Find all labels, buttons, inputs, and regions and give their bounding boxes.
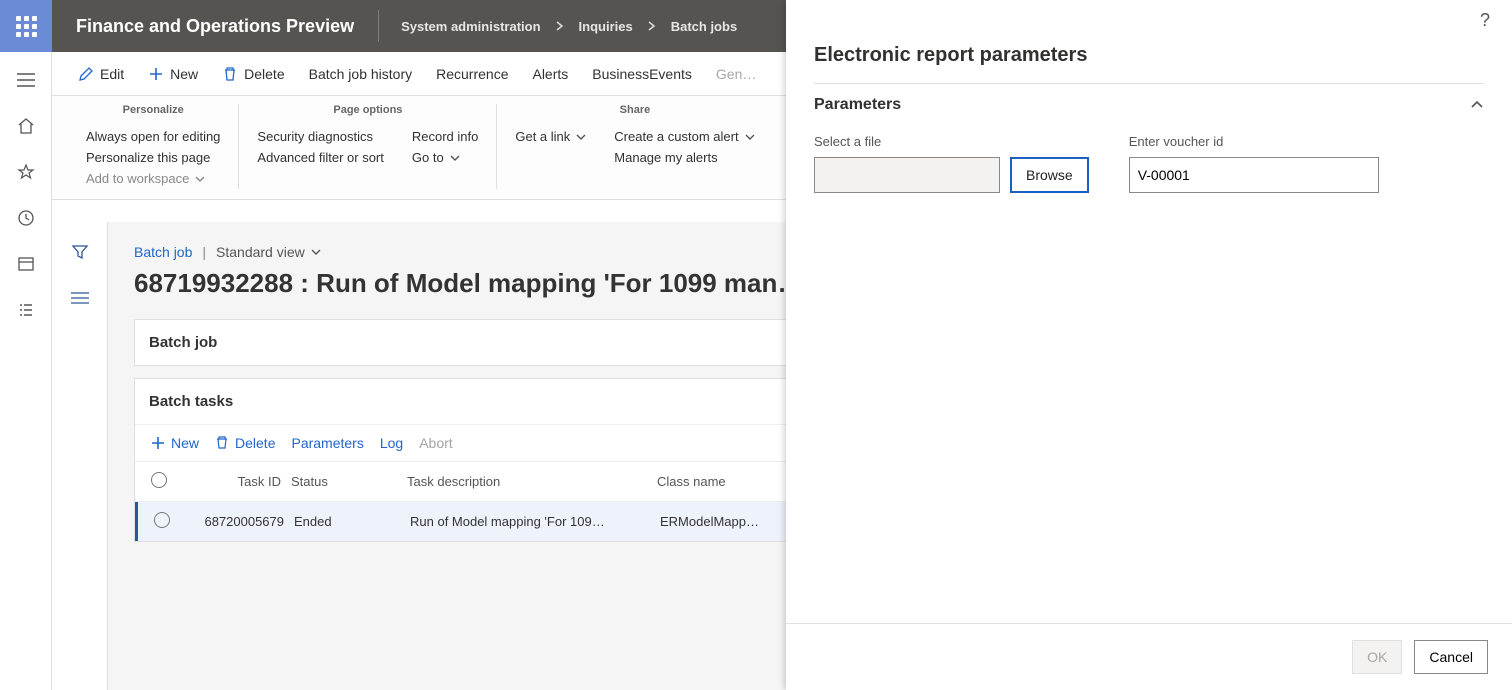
trash-icon xyxy=(215,436,229,450)
select-file-label: Select a file xyxy=(814,134,1089,149)
chevron-down-icon xyxy=(576,132,586,142)
breadcrumb: System administration Inquiries Batch jo… xyxy=(379,0,737,52)
group-share-title: Share xyxy=(515,104,754,116)
voucher-id-label: Enter voucher id xyxy=(1129,134,1379,149)
chevron-down-icon xyxy=(195,174,205,184)
col-task-description[interactable]: Task description xyxy=(407,474,657,489)
workspace-icon[interactable] xyxy=(6,244,46,284)
col-status[interactable]: Status xyxy=(291,474,407,489)
waffle-icon xyxy=(16,16,37,37)
chevron-down-icon xyxy=(745,132,755,142)
cell-task-id: 68720005679 xyxy=(194,514,294,529)
browse-button[interactable]: Browse xyxy=(1010,157,1089,193)
batch-job-history-button[interactable]: Batch job history xyxy=(297,66,425,82)
hamburger-icon[interactable] xyxy=(6,60,46,100)
breadcrumb-item-sysadmin[interactable]: System administration xyxy=(401,19,540,34)
cell-status: Ended xyxy=(294,514,410,529)
voucher-id-input[interactable] xyxy=(1129,157,1379,193)
gen-button[interactable]: Gen… xyxy=(704,66,768,82)
tasks-parameters-button[interactable]: Parameters xyxy=(291,435,363,451)
cancel-button[interactable]: Cancel xyxy=(1414,640,1488,674)
group-personalize-title: Personalize xyxy=(86,104,220,116)
parameters-section-toggle[interactable]: Parameters xyxy=(814,96,1484,114)
tasks-delete-button[interactable]: Delete xyxy=(215,435,275,451)
manage-my-alerts[interactable]: Manage my alerts xyxy=(614,147,754,168)
app-title: Finance and Operations Preview xyxy=(52,0,378,52)
modules-icon[interactable] xyxy=(6,290,46,330)
go-to[interactable]: Go to xyxy=(412,147,478,168)
plus-icon xyxy=(151,436,165,450)
chevron-down-icon xyxy=(311,247,321,257)
panel-title: Electronic report parameters xyxy=(786,40,1512,83)
view-selector[interactable]: Standard view xyxy=(216,244,321,260)
tasks-log-button[interactable]: Log xyxy=(380,435,403,451)
record-info[interactable]: Record info xyxy=(412,126,478,147)
new-button[interactable]: New xyxy=(136,66,210,82)
select-file-input[interactable] xyxy=(814,157,1000,193)
recurrence-button[interactable]: Recurrence xyxy=(424,66,520,82)
row-select-radio[interactable] xyxy=(154,512,170,528)
business-events-button[interactable]: BusinessEvents xyxy=(580,66,704,82)
get-a-link[interactable]: Get a link xyxy=(515,126,586,147)
tasks-abort-button: Abort xyxy=(419,435,452,451)
side-filter-rail xyxy=(52,222,108,690)
related-info-icon[interactable] xyxy=(64,282,96,314)
chevron-right-icon xyxy=(555,21,565,31)
personalize-this-page[interactable]: Personalize this page xyxy=(86,147,220,168)
electronic-report-parameters-panel: ? Electronic report parameters Parameter… xyxy=(786,0,1512,690)
star-icon[interactable] xyxy=(6,152,46,192)
breadcrumb-item-inquiries[interactable]: Inquiries xyxy=(579,19,633,34)
security-diagnostics[interactable]: Security diagnostics xyxy=(257,126,383,147)
breadcrumb-item-batchjobs[interactable]: Batch jobs xyxy=(671,19,737,34)
cell-task-description: Run of Model mapping 'For 109… xyxy=(410,514,660,529)
chevron-up-icon xyxy=(1470,98,1484,112)
chevron-down-icon xyxy=(450,153,460,163)
chevron-right-icon xyxy=(647,21,657,31)
edit-button[interactable]: Edit xyxy=(66,66,136,82)
delete-button[interactable]: Delete xyxy=(210,66,296,82)
advanced-filter[interactable]: Advanced filter or sort xyxy=(257,147,383,168)
group-page-options-title: Page options xyxy=(257,104,478,116)
filter-icon[interactable] xyxy=(64,236,96,268)
tasks-new-button[interactable]: New xyxy=(151,435,199,451)
batch-job-link[interactable]: Batch job xyxy=(134,244,192,260)
col-task-id[interactable]: Task ID xyxy=(191,474,291,489)
app-launcher-button[interactable] xyxy=(0,0,52,52)
select-all-radio[interactable] xyxy=(151,472,167,488)
create-custom-alert[interactable]: Create a custom alert xyxy=(614,126,754,147)
add-to-workspace[interactable]: Add to workspace xyxy=(86,168,220,189)
pipe-separator: | xyxy=(202,244,206,260)
ok-button: OK xyxy=(1352,640,1402,674)
left-nav-rail xyxy=(0,52,52,690)
always-open-editing[interactable]: Always open for editing xyxy=(86,126,220,147)
home-icon[interactable] xyxy=(6,106,46,146)
alerts-button[interactable]: Alerts xyxy=(520,66,580,82)
help-icon[interactable]: ? xyxy=(1480,10,1490,31)
recent-icon[interactable] xyxy=(6,198,46,238)
